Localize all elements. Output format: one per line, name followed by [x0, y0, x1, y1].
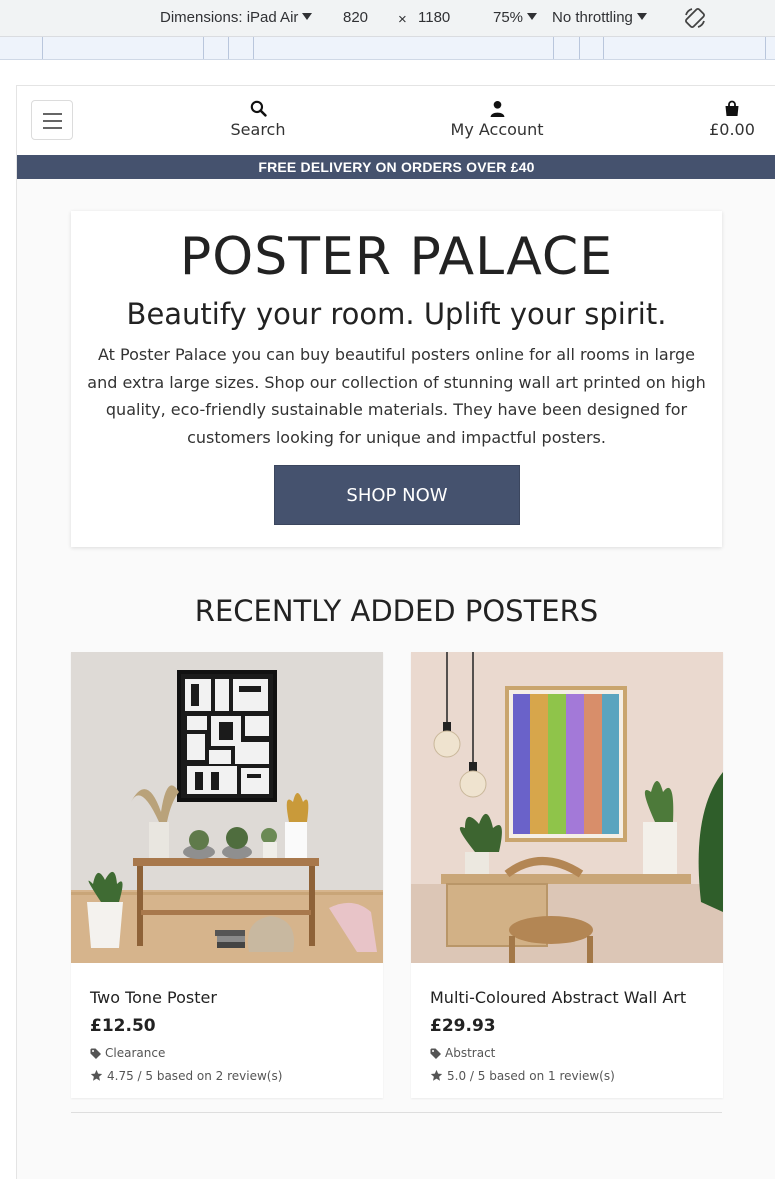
product-card[interactable]: Multi-Coloured Abstract Wall Art £29.93 … — [411, 652, 723, 1098]
user-icon — [490, 100, 504, 117]
chevron-down-icon — [527, 13, 538, 20]
media-query-ruler — [0, 37, 775, 60]
device-dimensions-dropdown[interactable]: Dimensions: iPad Air — [160, 9, 313, 26]
device-width-input[interactable]: 820 — [343, 9, 368, 26]
chevron-down-icon — [302, 13, 313, 20]
chevron-down-icon — [636, 13, 647, 20]
zoom-label: 75% — [493, 9, 524, 26]
dimension-times-symbol: × — [398, 11, 407, 28]
product-category-link[interactable]: Abstract — [430, 1046, 495, 1060]
hamburger-line — [43, 120, 62, 122]
search-icon — [250, 100, 267, 117]
product-category-link[interactable]: Clearance — [90, 1046, 165, 1060]
star-icon — [430, 1069, 443, 1081]
product-card[interactable]: Two Tone Poster £12.50 Clearance 4.75 / … — [71, 652, 383, 1098]
throttling-dropdown[interactable]: No throttling — [552, 9, 647, 26]
product-image-two-tone-poster[interactable] — [71, 652, 383, 963]
hamburger-line — [43, 113, 62, 115]
nav-account-label: My Account — [450, 120, 544, 139]
throttling-label: No throttling — [552, 9, 633, 26]
top-navbar: Search My Account £0.00 — [17, 86, 775, 155]
product-rating-text: 4.75 / 5 based on 2 review(s) — [107, 1069, 283, 1083]
product-rating-text: 5.0 / 5 based on 1 review(s) — [447, 1069, 615, 1083]
recent-posters-heading: RECENTLY ADDED POSTERS — [194, 594, 599, 628]
rotate-icon[interactable] — [683, 6, 707, 34]
device-height-input[interactable]: 1180 — [418, 9, 450, 26]
product-rating: 5.0 / 5 based on 1 review(s) — [430, 1069, 615, 1083]
product-price: £29.93 — [430, 1016, 496, 1036]
shopping-bag-icon — [725, 100, 739, 116]
nav-cart-link[interactable]: £0.00 — [707, 100, 757, 139]
device-dimensions-label: Dimensions: iPad Air — [160, 9, 299, 26]
hamburger-line — [43, 127, 62, 129]
tag-icon — [430, 1048, 441, 1059]
hero-subtitle: Beautify your room. Uplift your spirit. — [126, 297, 667, 331]
cart-total: £0.00 — [709, 120, 755, 139]
product-category-label: Clearance — [105, 1046, 166, 1060]
product-rating: 4.75 / 5 based on 2 review(s) — [90, 1069, 282, 1083]
hero-title: POSTER PALACE — [179, 227, 614, 287]
zoom-dropdown[interactable]: 75% — [493, 9, 538, 26]
hero-description: At Poster Palace you can buy beautiful p… — [87, 345, 706, 447]
page-viewport: Search My Account £0.00 FREE DELIVERY ON… — [16, 85, 775, 1179]
tag-icon — [90, 1048, 101, 1059]
nav-account-link[interactable]: My Account — [445, 100, 549, 139]
product-category-label: Abstract — [445, 1046, 496, 1060]
star-icon — [90, 1069, 103, 1081]
menu-toggle-button[interactable] — [31, 100, 73, 140]
product-name[interactable]: Multi-Coloured Abstract Wall Art — [430, 988, 686, 1007]
shop-now-button[interactable]: SHOP NOW — [274, 465, 520, 525]
section-divider — [71, 1112, 722, 1113]
product-name[interactable]: Two Tone Poster — [90, 988, 217, 1007]
product-price: £12.50 — [90, 1016, 156, 1036]
hero-card: POSTER PALACE Beautify your room. Uplift… — [71, 211, 722, 547]
nav-search-label: Search — [230, 120, 286, 139]
nav-search-link[interactable]: Search — [223, 100, 293, 139]
product-image-multi-coloured-abstract[interactable] — [411, 652, 723, 963]
delivery-banner: FREE DELIVERY ON ORDERS OVER £40 — [17, 155, 775, 179]
devtools-device-toolbar: Dimensions: iPad Air 820 × 1180 75% No t… — [0, 0, 775, 37]
